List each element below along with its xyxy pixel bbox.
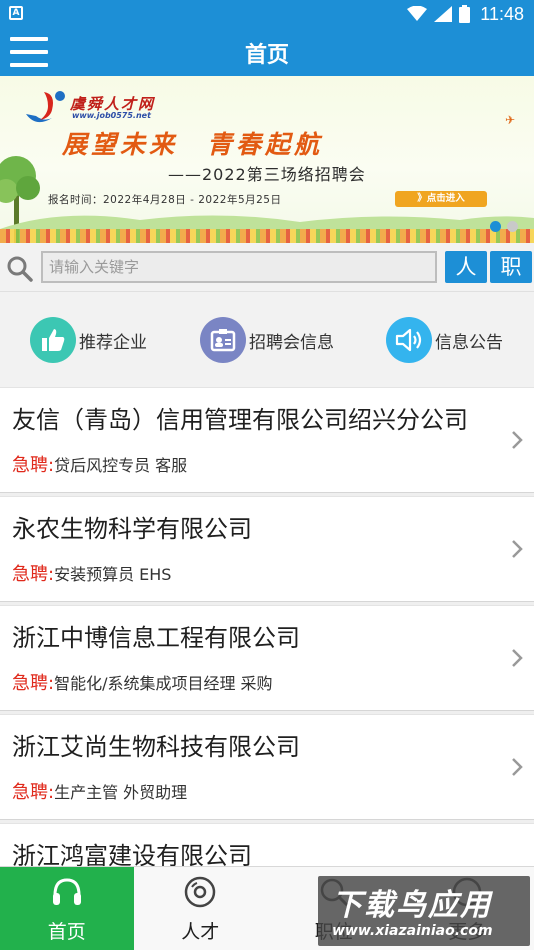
status-bar: A 11:48 [0, 0, 534, 28]
quick-nav-job-fair-info[interactable]: 招聘会信息 [200, 316, 334, 364]
search-icon[interactable] [6, 255, 34, 283]
carousel-dot-1[interactable] [490, 221, 501, 232]
quick-nav-label: 招聘会信息 [249, 332, 334, 353]
company-name: 友信（青岛）信用管理有限公司绍兴分公司 [12, 406, 468, 434]
job-titles: 生产主管 外贸助理 [54, 783, 188, 802]
clock: 11:48 [480, 3, 524, 24]
headset-icon [52, 878, 81, 905]
urgent-label: 急聘: [12, 564, 55, 585]
grass-decoration [0, 215, 534, 229]
bird-icon: ✈ [505, 113, 516, 127]
chevron-right-icon [512, 540, 523, 558]
battery-icon [459, 5, 471, 23]
quick-nav: 推荐企业 招聘会信息 信息公告 [0, 291, 534, 387]
nav-label: 首页 [47, 921, 86, 943]
banner-subtitle: ——2022第三场络招聘会 [168, 165, 366, 184]
chevron-right-icon [512, 431, 523, 449]
company-card[interactable]: 永农生物科学有限公司 急聘:安装预算员 EHS [0, 496, 534, 602]
flower-strip [0, 229, 534, 243]
watermark: 下载鸟应用 www.xiazainiao.com [318, 876, 530, 946]
disc-icon [185, 876, 216, 908]
search-bar: 人 职 [0, 243, 534, 291]
company-name: 永农生物科学有限公司 [12, 515, 252, 543]
thumbs-up-icon [30, 317, 76, 363]
company-card[interactable]: 浙江艾尚生物科技有限公司 急聘:生产主管 外贸助理 [0, 714, 534, 820]
company-name: 浙江中博信息工程有限公司 [12, 624, 300, 652]
company-card[interactable]: 浙江中博信息工程有限公司 急聘:智能化/系统集成项目经理 采购 [0, 605, 534, 711]
id-card-icon [200, 317, 246, 363]
carousel-dot-2[interactable] [507, 221, 518, 232]
speaker-icon [386, 317, 432, 363]
watermark-title: 下载鸟应用 [332, 888, 492, 923]
job-search-button[interactable]: 职 [490, 251, 532, 283]
quick-nav-recommended-companies[interactable]: 推荐企业 [30, 316, 147, 364]
signal-icon [434, 6, 453, 22]
company-name: 浙江艾尚生物科技有限公司 [12, 733, 300, 761]
company-card[interactable]: 友信（青岛）信用管理有限公司绍兴分公司 急聘:贷后风控专员 客服 [0, 387, 534, 493]
urgent-label: 急聘: [12, 782, 55, 803]
title-bar: 首页 [0, 28, 534, 76]
promo-banner[interactable]: 虞舜人才网 www.job0575.net ✈ 展望未来 青春起航 ——2022… [0, 76, 534, 243]
banner-dates: 报名时间：2022年4月28日 - 2022年5月25日 [48, 194, 282, 206]
quick-nav-announcements[interactable]: 信息公告 [386, 316, 503, 364]
urgent-jobs: 急聘:生产主管 外贸助理 [12, 778, 187, 804]
app-screen: A 11:48 首页 虞舜人才网 www.job0575.net ✈ 展望未来 … [0, 0, 534, 950]
wifi-icon [407, 6, 428, 21]
chevron-right-icon [512, 758, 523, 776]
quick-nav-label: 信息公告 [435, 332, 503, 353]
page-title: 首页 [244, 43, 289, 68]
logo-url: www.job0575.net [72, 111, 151, 120]
site-logo-icon [26, 91, 65, 123]
search-input[interactable] [41, 251, 437, 283]
nav-label: 人才 [181, 921, 220, 943]
urgent-jobs: 急聘:安装预算员 EHS [12, 560, 171, 586]
nav-tab-talent[interactable]: 人才 [134, 867, 268, 950]
urgent-label: 急聘: [12, 673, 55, 694]
quick-nav-label: 推荐企业 [79, 332, 147, 353]
chevron-right-icon [512, 649, 523, 667]
talent-search-button[interactable]: 人 [445, 251, 487, 283]
urgent-jobs: 急聘:贷后风控专员 客服 [12, 451, 187, 477]
banner-slogan: 展望未来 青春起航 [62, 130, 324, 159]
urgent-jobs: 急聘:智能化/系统集成项目经理 采购 [12, 669, 273, 695]
job-titles: 贷后风控专员 客服 [54, 456, 188, 475]
status-indicators: 11:48 [407, 4, 524, 24]
enter-button[interactable]: 》点击进入 [395, 191, 487, 207]
carousel-dots [490, 221, 518, 232]
app-notification-icon: A [9, 6, 23, 20]
watermark-url: www.xiazainiao.com [332, 923, 493, 939]
nav-tab-home[interactable]: 首页 [0, 867, 134, 950]
job-titles: 安装预算员 EHS [54, 565, 172, 584]
urgent-label: 急聘: [12, 455, 55, 476]
job-titles: 智能化/系统集成项目经理 采购 [54, 674, 273, 693]
